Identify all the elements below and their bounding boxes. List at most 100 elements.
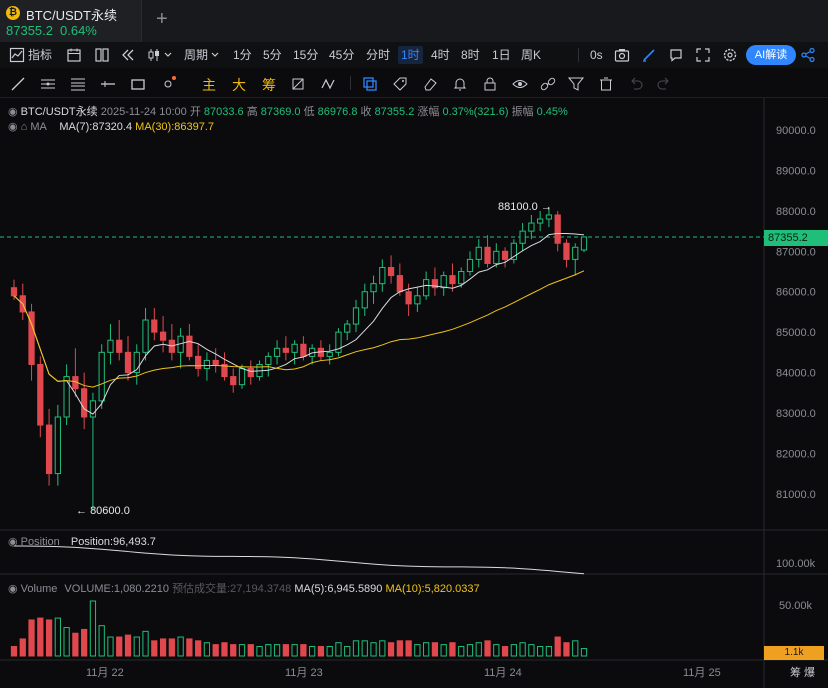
interval-week[interactable]: 周K (521, 46, 541, 64)
position-value: Position:96,493.7 (70, 536, 156, 548)
interval-4h[interactable]: 4时 (431, 46, 450, 64)
candle-body (440, 275, 447, 289)
chip-distribution-button[interactable]: 筹 (262, 75, 276, 95)
chip-explosion-label[interactable]: 筹 爆 (790, 664, 815, 680)
hide-icon[interactable] (512, 76, 528, 92)
position-collapse-icon[interactable]: ◉ (8, 536, 21, 548)
layout-icon[interactable] (94, 47, 110, 63)
ohlc-legend: ◉ BTC/USDT永续 2025-11-24 10:00 开 87033.6 … (8, 103, 568, 119)
indicator-icon[interactable] (9, 47, 25, 63)
y-tick-label: 84000.0 (776, 368, 816, 380)
candle-body (379, 266, 386, 285)
redo-icon[interactable] (656, 76, 672, 92)
camera-icon[interactable] (614, 47, 630, 63)
volume-bar (19, 638, 26, 657)
candle-body (528, 222, 535, 232)
tab-btc-usdt[interactable]: ₿ BTC/USDT永续 87355.2 0.64% (0, 0, 142, 42)
interval-1h[interactable]: 1时 (398, 46, 423, 64)
fullscreen-icon[interactable] (695, 47, 711, 63)
volume-bar (537, 646, 544, 657)
ma30-value: MA(30):86397.7 (135, 121, 215, 133)
volume-ma5: MA(5):6,945.5890 (294, 583, 383, 595)
volume-bar (449, 642, 456, 657)
interval-15m[interactable]: 15分 (293, 46, 318, 64)
date-label: 11月 23 (285, 667, 323, 679)
volume-bar (230, 644, 237, 657)
volume-bar (98, 625, 105, 657)
parallel-lines-icon[interactable] (40, 76, 56, 92)
volume-bar (431, 642, 439, 657)
chevron-down-icon[interactable] (210, 47, 220, 63)
candle-body (423, 279, 430, 297)
trash-icon[interactable] (598, 76, 614, 92)
volume-bar (519, 642, 526, 657)
date-label: 11月 25 (683, 667, 721, 679)
volume-collapse-icon[interactable]: ◉ (8, 583, 21, 595)
volume-bar (510, 644, 517, 657)
ma-legend: ◉ ⌂ MA MA(7):87320.4 MA(30):86397.7 (8, 120, 214, 133)
volume-bar (484, 640, 491, 657)
current-price-tag: 87355.2 (764, 230, 828, 246)
fibonacci-icon[interactable] (70, 76, 86, 92)
magnet-icon[interactable] (290, 76, 306, 92)
copy-icon[interactable] (362, 76, 378, 92)
legend-collapse-icon[interactable]: ◉ (8, 106, 21, 118)
y-tick-label: 89000.0 (776, 166, 816, 178)
volume-bar (344, 646, 351, 657)
candle-body (300, 343, 307, 357)
chevron-down-icon[interactable] (163, 47, 173, 63)
position-legend: ◉ Position Position:96,493.7 (8, 535, 156, 548)
interval-timeline[interactable]: 分时 (366, 46, 390, 64)
candle-body (545, 214, 553, 220)
volume-bar (554, 636, 561, 657)
rectangle-icon[interactable] (130, 76, 146, 92)
interval-1d[interactable]: 1日 (492, 46, 511, 64)
candle-body (493, 250, 500, 264)
pen-icon[interactable] (641, 47, 657, 63)
volume-bar (63, 627, 70, 657)
trend-line-icon[interactable] (10, 76, 26, 92)
volume-bar (54, 617, 61, 657)
main-force-button[interactable]: 主 (202, 75, 216, 95)
alert-icon[interactable] (452, 76, 468, 92)
interval-8h[interactable]: 8时 (461, 46, 480, 64)
filter-icon[interactable] (568, 76, 584, 92)
ai-analysis-button[interactable]: AI解读 (746, 45, 796, 65)
lock-icon[interactable] (482, 76, 498, 92)
comment-icon[interactable] (668, 47, 684, 63)
tag-icon[interactable] (392, 76, 408, 92)
volume-bar (142, 630, 149, 657)
interval-5m[interactable]: 5分 (263, 46, 282, 64)
ma-collapse-icon[interactable]: ◉ (8, 121, 21, 133)
candle-type-icon[interactable] (146, 47, 162, 63)
rewind-icon[interactable] (120, 47, 136, 63)
add-tab-button[interactable]: + (156, 8, 168, 31)
horizontal-line-icon[interactable] (100, 76, 116, 92)
more-tools-icon[interactable] (160, 76, 176, 92)
share-icon[interactable] (800, 47, 816, 63)
price-chart[interactable]: 90000.0 89000.0 88000.0 87000.0 86000.0 85000… (0, 98, 828, 688)
volume-bar (273, 644, 281, 657)
volume-current-tag: 1.1k (764, 646, 824, 660)
large-order-button[interactable]: 大 (232, 75, 246, 95)
undo-icon[interactable] (628, 76, 644, 92)
eraser-icon[interactable] (422, 76, 438, 92)
seconds-button[interactable]: 0s (590, 46, 603, 64)
indicators-button[interactable]: 指标 (28, 46, 52, 64)
y-tick-label: 83000.0 (776, 408, 816, 420)
measure-icon[interactable] (320, 76, 336, 92)
legend-high-label: 高 (246, 106, 258, 118)
interval-1m[interactable]: 1分 (233, 46, 252, 64)
candle-body (203, 359, 211, 370)
y-tick-label: 90000.0 (776, 125, 816, 137)
period-button[interactable]: 周期 (184, 46, 208, 64)
settings-icon[interactable] (722, 47, 738, 63)
link-icon[interactable] (540, 76, 556, 92)
volume-name: Volume (20, 583, 58, 595)
interval-45m[interactable]: 45分 (329, 46, 354, 64)
chart-area[interactable]: 90000.0 89000.0 88000.0 87000.0 86000.0 85000… (0, 98, 828, 688)
ma-visibility-icon[interactable]: ⌂ (21, 121, 31, 133)
calendar-icon[interactable] (66, 47, 82, 63)
candle-body (519, 230, 526, 244)
candle-body (151, 319, 158, 333)
